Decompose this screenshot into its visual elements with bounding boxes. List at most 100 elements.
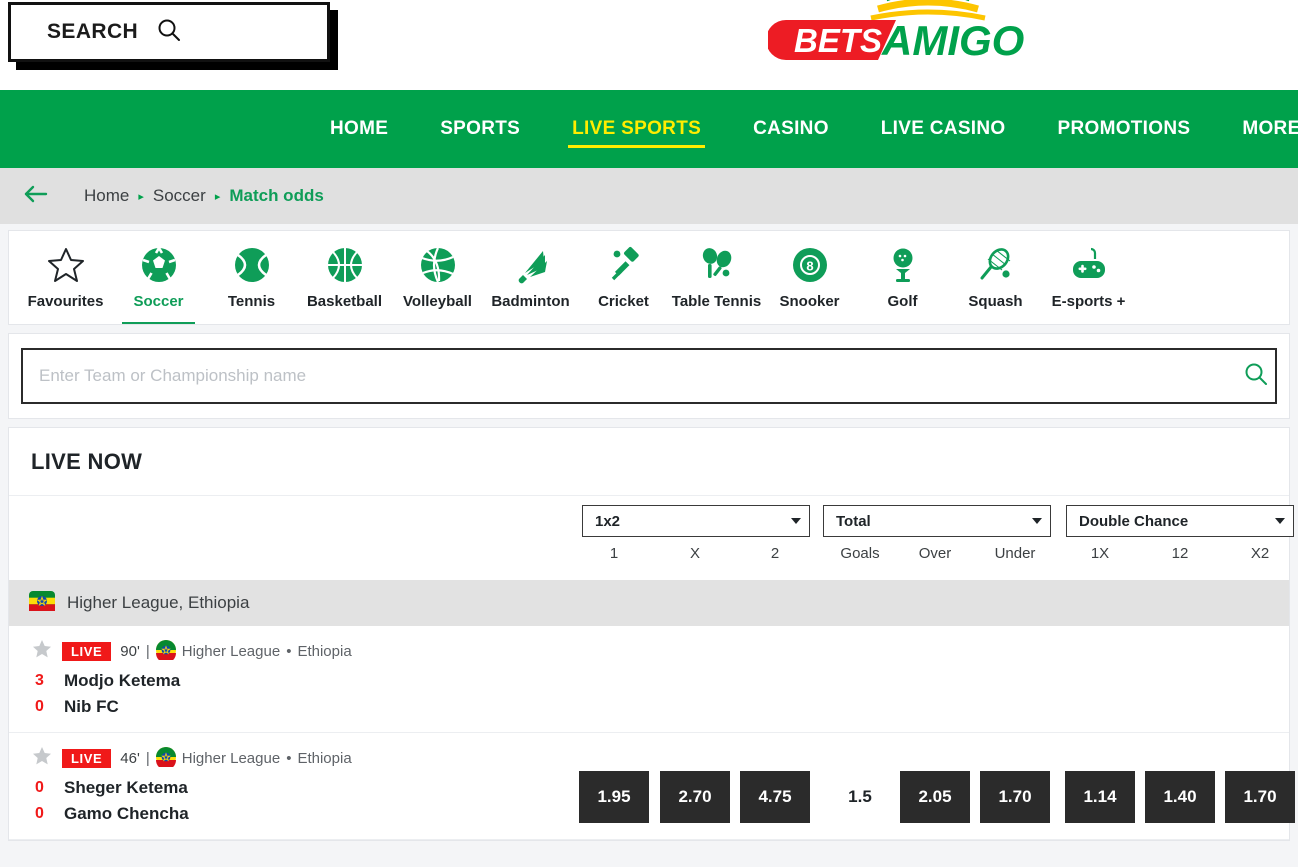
sports-category-strip: Favourites Soccer Tennis Basketball Volleyba… [8, 230, 1290, 325]
search-button[interactable]: SEARCH [8, 2, 330, 62]
sport-tab-badminton[interactable]: Badminton [484, 231, 577, 324]
sport-tab-label: Golf [887, 293, 918, 310]
match-list: LIVE 90' | Higher League • Ethiopia 3 Modjo Ket… [9, 626, 1295, 840]
soccer-ball-icon [139, 244, 179, 286]
nav-item-live-casino[interactable]: LIVE CASINO [855, 90, 1032, 168]
sport-tab-label: Badminton [491, 293, 570, 310]
chevron-down-icon [1032, 518, 1042, 524]
sport-tab-label: Volleyball [403, 293, 472, 310]
odds-button[interactable]: 2.05 [900, 771, 970, 823]
search-icon[interactable] [1243, 361, 1269, 392]
main-navigation: HOME SPORTS LIVE SPORTS CASINO LIVE CASINO PR… [0, 90, 1298, 168]
market-select-double-chance[interactable]: Double Chance [1066, 505, 1294, 537]
sport-tab-label: Basketball [306, 293, 383, 310]
eight-ball-icon: 8 [790, 244, 830, 286]
odds-column-header-1: 1 [609, 545, 619, 562]
sport-tab-label: Squash [968, 293, 1023, 310]
breadcrumb-separator-icon: ▸ [138, 190, 144, 203]
league-header-label: Higher League, Ethiopia [67, 593, 250, 612]
svg-text:8: 8 [806, 259, 813, 274]
sport-tab-table-tennis[interactable]: Table Tennis [670, 231, 763, 324]
odds-button[interactable]: 1.70 [1225, 771, 1295, 823]
odds-column-header-1x: 1X [1090, 545, 1110, 562]
svg-text:AMIGO: AMIGO [881, 17, 1024, 62]
sport-tab-soccer[interactable]: Soccer [112, 231, 205, 324]
sport-tab-label: E-sports + [1051, 293, 1126, 310]
sport-tab-label: Cricket [598, 293, 649, 310]
search-icon [156, 17, 182, 48]
sport-tab-label: Soccer [133, 293, 184, 310]
gamepad-icon [1069, 244, 1109, 286]
search-button-label: SEARCH [47, 20, 139, 43]
league-header[interactable]: Higher League, Ethiopia [9, 580, 1289, 626]
live-now-title: LIVE NOW [9, 428, 1289, 496]
odds-row [9, 626, 1289, 732]
volleyball-icon [418, 244, 458, 286]
market-select-1x2[interactable]: 1x2 [582, 505, 810, 537]
nav-item-sports[interactable]: SPORTS [414, 90, 546, 168]
odds-column-header-x: X [689, 545, 700, 562]
market-select-value: Total [836, 512, 871, 530]
tennis-ball-icon [232, 244, 272, 286]
sport-tab-favourites[interactable]: Favourites [19, 231, 112, 324]
market-select-total[interactable]: Total [823, 505, 1051, 537]
sport-tab-cricket[interactable]: Cricket [577, 231, 670, 324]
nav-item-home[interactable]: HOME [304, 90, 414, 168]
odds-button[interactable]: 1.14 [1065, 771, 1135, 823]
star-outline-icon [46, 244, 86, 286]
match-row[interactable]: LIVE 46' | Higher League • Ethiopia 0 Sheger Ke… [9, 733, 1295, 840]
sport-tab-tennis[interactable]: Tennis [205, 231, 298, 324]
sport-tab-volleyball[interactable]: Volleyball [391, 231, 484, 324]
breadcrumb-separator-icon: ▸ [214, 190, 221, 203]
market-select-value: Double Chance [1079, 512, 1189, 530]
breadcrumb-item-match-odds: Match odds [229, 186, 324, 205]
odds-button[interactable]: 2.70 [660, 771, 730, 823]
odds-column-header-12: 12 [1171, 545, 1189, 562]
sport-tab-golf[interactable]: Golf [856, 231, 949, 324]
sport-tab-label: Snooker [779, 293, 840, 310]
sport-tab-label: Favourites [27, 293, 104, 310]
nav-item-live-sports[interactable]: LIVE SPORTS [546, 90, 727, 168]
squash-racket-icon [976, 244, 1016, 286]
table-tennis-paddle-icon [697, 244, 737, 286]
odds-button: 1.5 [848, 787, 872, 806]
golf-ball-tee-icon [883, 244, 923, 286]
sport-tab-basketball[interactable]: Basketball [298, 231, 391, 324]
search-input[interactable] [23, 350, 1243, 402]
nav-item-casino[interactable]: CASINO [727, 90, 855, 168]
odds-column-header-over: Over [918, 545, 952, 562]
sport-tab-label: Tennis [227, 293, 276, 310]
odds-column-header-2: 2 [770, 545, 780, 562]
chevron-down-icon [791, 518, 801, 524]
basketball-icon [325, 244, 365, 286]
match-row[interactable]: LIVE 90' | Higher League • Ethiopia 3 Modjo Ket… [9, 626, 1289, 733]
team-search-card [8, 333, 1290, 419]
market-selector-header: 1x2 1 X 2 Total Goals Over Under Double Chance 1X… [9, 496, 1294, 580]
odds-button[interactable]: 1.40 [1145, 771, 1215, 823]
cricket-bat-icon [604, 244, 644, 286]
arrow-left-icon[interactable] [22, 184, 48, 209]
sport-tab-snooker[interactable]: 8 Snooker [763, 231, 856, 324]
odds-button[interactable]: 4.75 [740, 771, 810, 823]
sport-tab-e-sports[interactable]: E-sports + [1042, 231, 1135, 324]
top-bar: SEARCH BETS AMIGO [0, 0, 1298, 90]
breadcrumb-item-home[interactable]: Home [84, 186, 129, 206]
site-logo[interactable]: BETS AMIGO [766, 0, 1024, 64]
breadcrumb-item-soccer[interactable]: Soccer [153, 186, 206, 206]
chevron-down-icon [1275, 518, 1285, 524]
odds-column-header-x2: X2 [1250, 545, 1270, 562]
odds-column-header-under: Under [994, 545, 1036, 562]
sport-tab-squash[interactable]: Squash [949, 231, 1042, 324]
team-search-box[interactable] [21, 348, 1277, 404]
odds-button[interactable]: 1.70 [980, 771, 1050, 823]
live-now-panel: LIVE NOW 1x2 1 X 2 Total Goals Over Under Double… [8, 427, 1295, 841]
odds-row: 1.95 2.70 4.75 1.5 2.05 1.70 1.14 1.40 1.70 [9, 733, 1295, 839]
market-select-value: 1x2 [595, 512, 621, 530]
shuttlecock-icon [511, 244, 551, 286]
odds-column-header-goals: Goals [840, 545, 880, 562]
odds-button[interactable]: 1.95 [579, 771, 649, 823]
sport-tab-label: Table Tennis [671, 293, 762, 310]
nav-item-promotions[interactable]: PROMOTIONS [1032, 90, 1217, 168]
nav-item-more[interactable]: MORE [1216, 90, 1298, 168]
breadcrumb: Home ▸ Soccer ▸ Match odds [84, 186, 324, 206]
